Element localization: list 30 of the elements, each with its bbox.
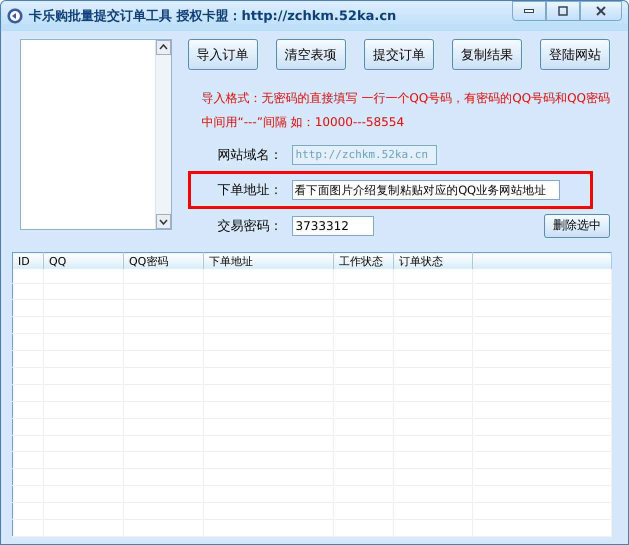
maximize-icon	[558, 6, 568, 16]
toolbar-button[interactable]: 复制结果	[452, 39, 522, 70]
column-header[interactable]: ID	[12, 252, 44, 269]
column-header[interactable]: 订单状态	[394, 252, 472, 269]
minimize-button[interactable]	[512, 1, 546, 21]
delete-selected-button[interactable]: 删除选中	[544, 214, 610, 238]
column-header[interactable]: 下单地址	[204, 252, 334, 269]
scroll-up-icon[interactable]	[156, 40, 170, 55]
maximize-button[interactable]	[546, 1, 580, 21]
toolbar-button[interactable]: 清空表项	[276, 39, 346, 70]
column-header[interactable]: QQ	[44, 252, 124, 269]
toolbar-button[interactable]: 提交订单	[364, 39, 434, 70]
window-title: 卡乐购批量提交订单工具 授权卡盟：http://zchkm.52ka.cn	[29, 8, 398, 25]
format-notice: 导入格式：无密码的直接填写 一行一个QQ号码，有密码的QQ号码和QQ密码	[202, 90, 610, 107]
field-label: 交易密码：	[218, 218, 278, 234]
close-icon	[596, 6, 606, 16]
scroll-down-icon[interactable]	[156, 214, 170, 229]
format-notice: 中间用“---”间隔 如：10000---58554	[202, 114, 406, 131]
toolbar-button[interactable]: 导入订单	[188, 39, 258, 70]
column-header[interactable]: QQ密码	[124, 252, 204, 269]
input-field[interactable]: 3733312	[292, 216, 374, 236]
scrollbar[interactable]	[154, 40, 170, 229]
minimize-icon	[524, 9, 534, 13]
field-label: 下单地址：	[218, 182, 278, 199]
close-button[interactable]	[580, 1, 622, 21]
toolbar-button[interactable]: 登陆网站	[540, 39, 610, 70]
column-header[interactable]: 工作状态	[334, 252, 394, 269]
field-label: 网站域名：	[218, 146, 278, 164]
input-field[interactable]: 看下面图片介绍复制粘贴对应的QQ业务网站地址	[292, 180, 560, 200]
app-logo-icon	[7, 8, 23, 24]
